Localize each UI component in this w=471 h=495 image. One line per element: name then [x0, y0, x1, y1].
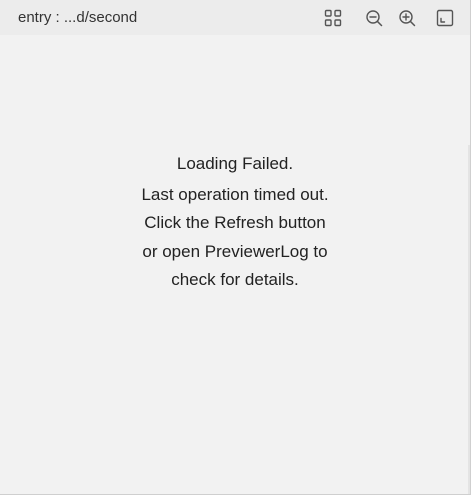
previewer-window: entry : ...d/second Loading Failed. Last…	[0, 0, 471, 495]
error-line: Click the Refresh button	[144, 213, 326, 232]
page-title: entry : ...d/second	[18, 9, 138, 26]
zoom-in-icon	[398, 9, 416, 27]
zoom-out-button[interactable]	[363, 7, 385, 29]
toolbar: entry : ...d/second	[0, 0, 470, 35]
fit-screen-icon	[436, 9, 454, 27]
grid-view-button[interactable]	[322, 7, 344, 29]
zoom-out-icon	[365, 9, 383, 27]
error-line: or open PreviewerLog to	[142, 241, 328, 261]
fit-screen-button[interactable]	[434, 7, 456, 29]
error-line: check for details.	[171, 270, 299, 289]
error-heading: Loading Failed.	[176, 154, 294, 173]
grid-icon	[324, 9, 342, 27]
scrollbar-track[interactable]	[468, 145, 470, 494]
error-message: Loading Failed. Last operation timed out…	[0, 150, 470, 295]
error-line: Last operation timed out.	[141, 184, 329, 204]
zoom-in-button[interactable]	[396, 7, 418, 29]
